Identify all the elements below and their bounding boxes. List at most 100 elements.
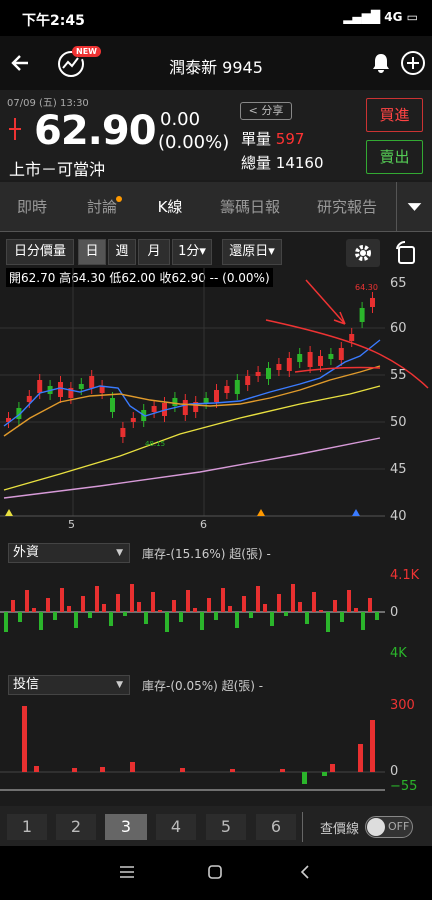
page-2-button[interactable]: 2	[56, 814, 96, 840]
annotation-arrow	[305, 279, 346, 325]
menu-icon[interactable]	[118, 864, 136, 880]
marker-triangle-2	[257, 509, 265, 516]
candle-body	[203, 398, 209, 403]
bell-icon[interactable]	[370, 52, 392, 74]
page-5-button[interactable]: 5	[206, 814, 246, 840]
kline-chart[interactable]: 64.30 48.15	[0, 268, 432, 524]
page-4-button[interactable]: 4	[156, 814, 196, 840]
restore-dropdown[interactable]: 還原日▾	[222, 239, 282, 265]
foreign-bar	[67, 606, 71, 612]
trust-bar	[130, 762, 135, 772]
foreign-bar	[151, 592, 155, 612]
period-day-button[interactable]: 日	[78, 239, 106, 265]
foreign-bar	[4, 612, 8, 632]
page-title: 潤泰新 9945	[169, 58, 263, 77]
foreign-bar	[172, 600, 176, 612]
tab-discussion[interactable]: 討論	[70, 182, 134, 232]
rotate-screen-icon[interactable]	[394, 239, 420, 267]
foreign-bar	[319, 610, 323, 612]
flat-arrow-icon	[9, 118, 21, 140]
axis-label-50: 50	[390, 415, 407, 430]
page-3-button[interactable]: 3	[105, 814, 147, 840]
foreign-bar	[256, 586, 260, 612]
price-change: 0.00	[160, 109, 201, 130]
tab-realtime[interactable]: 即時	[0, 182, 64, 232]
candle-body	[349, 334, 355, 341]
candle-body	[172, 398, 178, 406]
tab-bar: 即時 討論 K線 籌碼日報 研究報告	[0, 182, 432, 232]
market-type: 上市－可當沖	[9, 160, 106, 179]
toggle-knob	[367, 818, 385, 836]
candle-body	[286, 358, 292, 371]
tab-kline[interactable]: K線	[140, 182, 200, 232]
foreign-bar	[88, 612, 92, 618]
candle-body	[307, 352, 313, 367]
foreign-bar	[200, 612, 204, 630]
tab-chip-daily[interactable]: 籌碼日報	[206, 182, 294, 232]
unit-volume: 單量 597	[241, 130, 305, 148]
foreign-bar	[221, 588, 225, 612]
trust-inventory-text: 庫存-(0.05%) 超(張) -	[142, 679, 264, 693]
candle-body	[245, 376, 251, 385]
back-nav-icon[interactable]	[298, 864, 312, 880]
candle-body	[26, 396, 32, 402]
trust-bar	[72, 768, 77, 772]
foreign-bar	[32, 608, 36, 612]
candle-body	[255, 372, 261, 376]
system-nav-bar	[0, 846, 432, 900]
buy-button[interactable]: 買進	[366, 98, 423, 132]
foreign-bar	[109, 612, 113, 626]
foreign-bar	[102, 604, 106, 612]
price-volume-button[interactable]: 日分價量	[6, 239, 74, 265]
settings-gear-icon[interactable]	[346, 239, 380, 267]
add-icon[interactable]	[400, 50, 426, 76]
foreign-investor-select[interactable]: 外資 ▼	[8, 543, 130, 563]
low-label: 48.15	[145, 440, 165, 448]
foreign-bar	[242, 596, 246, 612]
trust-bar	[280, 769, 285, 772]
tab-more-icon[interactable]	[396, 182, 432, 232]
date-label-6: 6	[200, 518, 207, 531]
foreign-inventory-text: 庫存-(15.16%) 超(張) -	[142, 547, 271, 561]
period-minute-dropdown[interactable]: 1分▾	[172, 239, 212, 265]
candle-body	[370, 298, 375, 307]
foreign-bar	[137, 602, 141, 612]
foreign-bar	[74, 612, 78, 628]
foreign-bar	[179, 612, 183, 622]
candle-body	[359, 308, 365, 322]
tab-research[interactable]: 研究報告	[300, 182, 394, 232]
trust-bar	[370, 720, 375, 772]
marker-triangle-3	[352, 509, 360, 516]
trust-investor-select[interactable]: 投信 ▼	[8, 675, 130, 695]
candle-body	[214, 390, 219, 402]
candle-body	[151, 406, 157, 412]
period-month-button[interactable]: 月	[138, 239, 170, 265]
trust-bar	[22, 706, 27, 772]
price-change-pct: (0.00%)	[158, 132, 230, 153]
foreign-bar	[165, 612, 169, 632]
foreign-bar	[11, 600, 15, 612]
page-1-button[interactable]: 1	[7, 814, 47, 840]
price-line-toggle[interactable]: OFF	[365, 816, 413, 838]
foreign-bar	[193, 608, 197, 612]
ma60-line	[3, 437, 381, 499]
trust-bar	[100, 767, 105, 772]
foreign-bar	[375, 612, 379, 620]
top-bar: NEW 潤泰新 9945	[0, 36, 432, 90]
notification-dot	[116, 196, 122, 202]
status-bar: 下午2:45 ▂▄▆█ 4G ▭	[0, 0, 432, 36]
foreign-axis-bottom: 4K	[390, 646, 407, 661]
foreign-bar	[263, 604, 267, 612]
foreign-bar	[116, 594, 120, 612]
axis-label-60: 60	[390, 321, 407, 336]
page-6-button[interactable]: 6	[256, 814, 296, 840]
trust-axis-top: 300	[390, 698, 415, 713]
candle-body	[78, 384, 84, 389]
trust-axis-zero: 0	[390, 764, 399, 779]
sell-button[interactable]: 賣出	[366, 140, 423, 174]
foreign-bar	[25, 590, 29, 612]
candle-body	[318, 356, 323, 366]
home-icon[interactable]	[207, 864, 223, 880]
share-button[interactable]: < 分享	[240, 102, 292, 120]
period-week-button[interactable]: 週	[108, 239, 136, 265]
